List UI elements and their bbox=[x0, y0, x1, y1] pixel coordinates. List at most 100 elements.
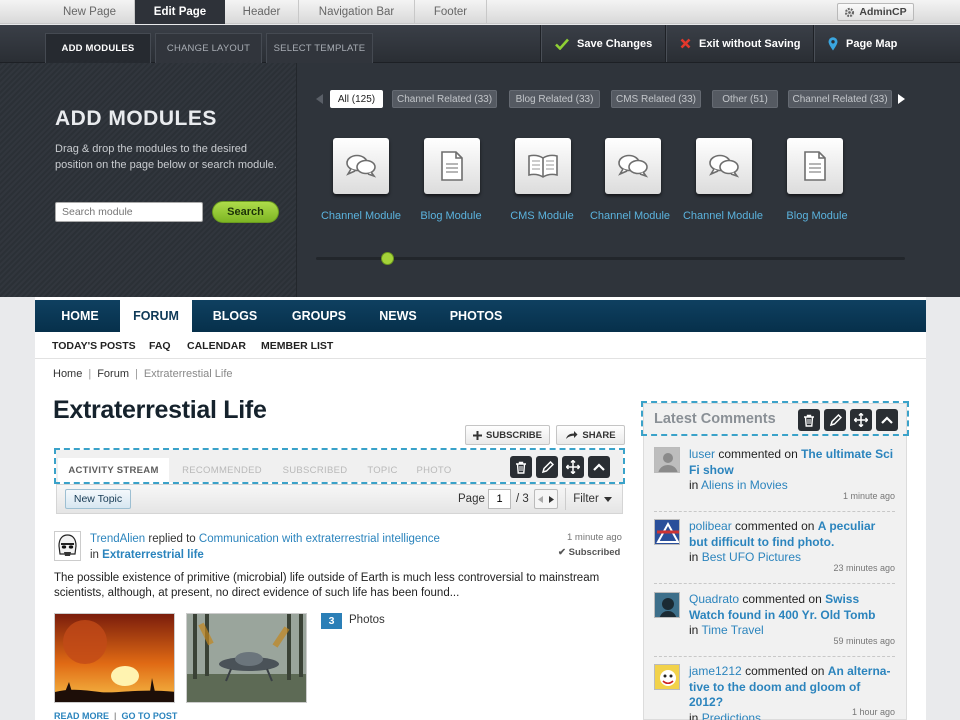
module-tile-channel-1[interactable] bbox=[333, 138, 389, 194]
comment-user-link[interactable]: Quadrato bbox=[689, 592, 739, 606]
subscribe-button[interactable]: SUBSCRIBE bbox=[465, 425, 550, 445]
page-map-button[interactable]: Page Map bbox=[813, 25, 913, 62]
tab-footer[interactable]: Footer bbox=[415, 0, 487, 24]
collapse-module-button[interactable] bbox=[588, 456, 610, 478]
post-photo-ufo[interactable] bbox=[186, 613, 307, 703]
page-number-input[interactable] bbox=[488, 489, 511, 509]
comment-in-word: in bbox=[689, 710, 699, 720]
breadcrumb: Home | Forum | Extraterrestial Life bbox=[53, 368, 233, 380]
filter-dropdown[interactable]: Filter bbox=[565, 488, 619, 510]
comment-timestamp: 1 minute ago bbox=[842, 491, 895, 501]
subnav-member-list[interactable]: MEMBER LIST bbox=[261, 340, 333, 352]
move-arrows-icon bbox=[854, 413, 868, 427]
tab-change-layout[interactable]: CHANGE LAYOUT bbox=[155, 33, 262, 63]
post-timestamp: 1 minute ago bbox=[567, 532, 622, 543]
page-map-label: Page Map bbox=[846, 37, 898, 50]
subnav-calendar[interactable]: CALENDAR bbox=[187, 340, 246, 352]
delete-module-button[interactable] bbox=[798, 409, 820, 431]
filter-channel-related-2[interactable]: Channel Related (33) bbox=[788, 90, 892, 108]
comment-forum-link[interactable]: Predictions bbox=[702, 711, 761, 720]
comment-item: Quadrato commented on Swiss Watch found … bbox=[654, 592, 895, 657]
stream-tab-topic[interactable]: TOPIC bbox=[355, 458, 410, 482]
collapse-module-button[interactable] bbox=[876, 409, 898, 431]
breadcrumb-forum[interactable]: Forum bbox=[97, 368, 129, 380]
photos-label: Photos bbox=[349, 614, 385, 626]
comment-item: polibear commented on A peculiar but dif… bbox=[654, 519, 895, 584]
exit-without-saving-button[interactable]: Exit without Saving bbox=[665, 25, 813, 62]
commenter-avatar[interactable] bbox=[654, 447, 680, 473]
move-module-button[interactable] bbox=[850, 409, 872, 431]
edit-module-button[interactable] bbox=[824, 409, 846, 431]
comment-user-link[interactable]: luser bbox=[689, 447, 715, 461]
nav-home[interactable]: HOME bbox=[45, 300, 115, 332]
subscribe-label: SUBSCRIBE bbox=[486, 429, 542, 441]
filter-next-arrow[interactable] bbox=[897, 94, 905, 104]
tab-new-page[interactable]: New Page bbox=[45, 0, 135, 24]
comment-user-link[interactable]: polibear bbox=[689, 519, 732, 533]
comment-forum-link[interactable]: Aliens in Movies bbox=[701, 478, 788, 492]
caret-down-icon bbox=[603, 496, 612, 502]
module-tile-cms[interactable] bbox=[515, 138, 571, 194]
search-module-input[interactable] bbox=[55, 202, 203, 222]
module-label: Blog Module bbox=[786, 210, 848, 222]
module-tile-blog-1[interactable] bbox=[424, 138, 480, 194]
stream-tab-photo[interactable]: PHOTO bbox=[410, 458, 458, 482]
admincp-button[interactable]: AdminCP bbox=[837, 3, 914, 21]
filter-other[interactable]: Other (51) bbox=[712, 90, 778, 108]
comment-text: luser commented on The ultimate Sci Fi s… bbox=[689, 447, 895, 494]
checkmark-icon bbox=[555, 38, 569, 50]
filter-channel-related[interactable]: Channel Related (33) bbox=[392, 90, 497, 108]
breadcrumb-current: Extraterrestial Life bbox=[143, 368, 233, 380]
tab-header[interactable]: Header bbox=[225, 0, 299, 24]
tab-add-modules[interactable]: ADD MODULES bbox=[45, 33, 151, 63]
move-module-button[interactable] bbox=[562, 456, 584, 478]
user-avatar[interactable] bbox=[54, 531, 81, 561]
commenter-avatar[interactable] bbox=[654, 592, 680, 618]
comment-forum-link[interactable]: Time Travel bbox=[701, 623, 763, 637]
share-button[interactable]: SHARE bbox=[556, 425, 625, 445]
edit-module-button[interactable] bbox=[536, 456, 558, 478]
module-tile-channel-3[interactable] bbox=[696, 138, 752, 194]
filter-prev-arrow[interactable] bbox=[316, 94, 324, 104]
stream-tab-recommended[interactable]: RECOMMENDED bbox=[169, 458, 275, 482]
post-author-link[interactable]: TrendAlien bbox=[90, 533, 145, 545]
module-tile-blog-2[interactable] bbox=[787, 138, 843, 194]
post-forum-link[interactable]: Extraterrestrial life bbox=[102, 549, 204, 561]
filter-blog-related[interactable]: Blog Related (33) bbox=[509, 90, 600, 108]
module-scroll-track[interactable] bbox=[316, 257, 905, 260]
search-button[interactable]: Search bbox=[212, 201, 279, 223]
nav-blogs[interactable]: BLOGS bbox=[200, 300, 270, 332]
subnav-faq[interactable]: FAQ bbox=[149, 340, 171, 352]
nav-groups[interactable]: GROUPS bbox=[280, 300, 358, 332]
module-tile-channel-2[interactable] bbox=[605, 138, 661, 194]
tab-edit-page[interactable]: Edit Page bbox=[135, 0, 225, 24]
subnav-todays-posts[interactable]: TODAY'S POSTS bbox=[52, 340, 136, 352]
module-scroll-handle[interactable] bbox=[381, 252, 394, 265]
nav-news[interactable]: NEWS bbox=[368, 300, 428, 332]
stream-tab-activity[interactable]: ACTIVITY STREAM bbox=[58, 458, 169, 482]
comment-user-link[interactable]: jame1212 bbox=[689, 664, 742, 678]
nav-photos[interactable]: PHOTOS bbox=[440, 300, 512, 332]
breadcrumb-home[interactable]: Home bbox=[53, 368, 82, 380]
chat-bubbles-icon bbox=[616, 152, 650, 180]
nav-forum[interactable]: FORUM bbox=[120, 300, 192, 332]
commenter-avatar[interactable] bbox=[654, 519, 680, 545]
delete-module-button[interactable] bbox=[510, 456, 532, 478]
next-page-button[interactable] bbox=[546, 490, 557, 508]
post-excerpt: The possible existence of primitive (mic… bbox=[54, 572, 600, 599]
filter-cms-related[interactable]: CMS Related (33) bbox=[611, 90, 701, 108]
tab-navigation-bar[interactable]: Navigation Bar bbox=[299, 0, 415, 24]
new-topic-button[interactable]: New Topic bbox=[65, 489, 131, 509]
comment-forum-link[interactable]: Best UFO Pictures bbox=[702, 550, 801, 564]
tab-select-template[interactable]: SELECT TEMPLATE bbox=[266, 33, 373, 63]
previous-page-button[interactable] bbox=[535, 490, 546, 508]
filter-all[interactable]: All (125) bbox=[330, 90, 383, 108]
page-label: Page bbox=[458, 493, 485, 505]
save-changes-button[interactable]: Save Changes bbox=[540, 25, 665, 62]
post-topic-link[interactable]: Communication with extraterrestrial inte… bbox=[199, 533, 440, 545]
post-photo-sunset[interactable] bbox=[54, 613, 175, 703]
commenter-avatar[interactable] bbox=[654, 664, 680, 690]
read-more-link[interactable]: READ MORE bbox=[54, 711, 109, 720]
go-to-post-link[interactable]: GO TO POST bbox=[122, 711, 178, 720]
stream-tab-subscribed[interactable]: SUBSCRIBED bbox=[275, 458, 355, 482]
